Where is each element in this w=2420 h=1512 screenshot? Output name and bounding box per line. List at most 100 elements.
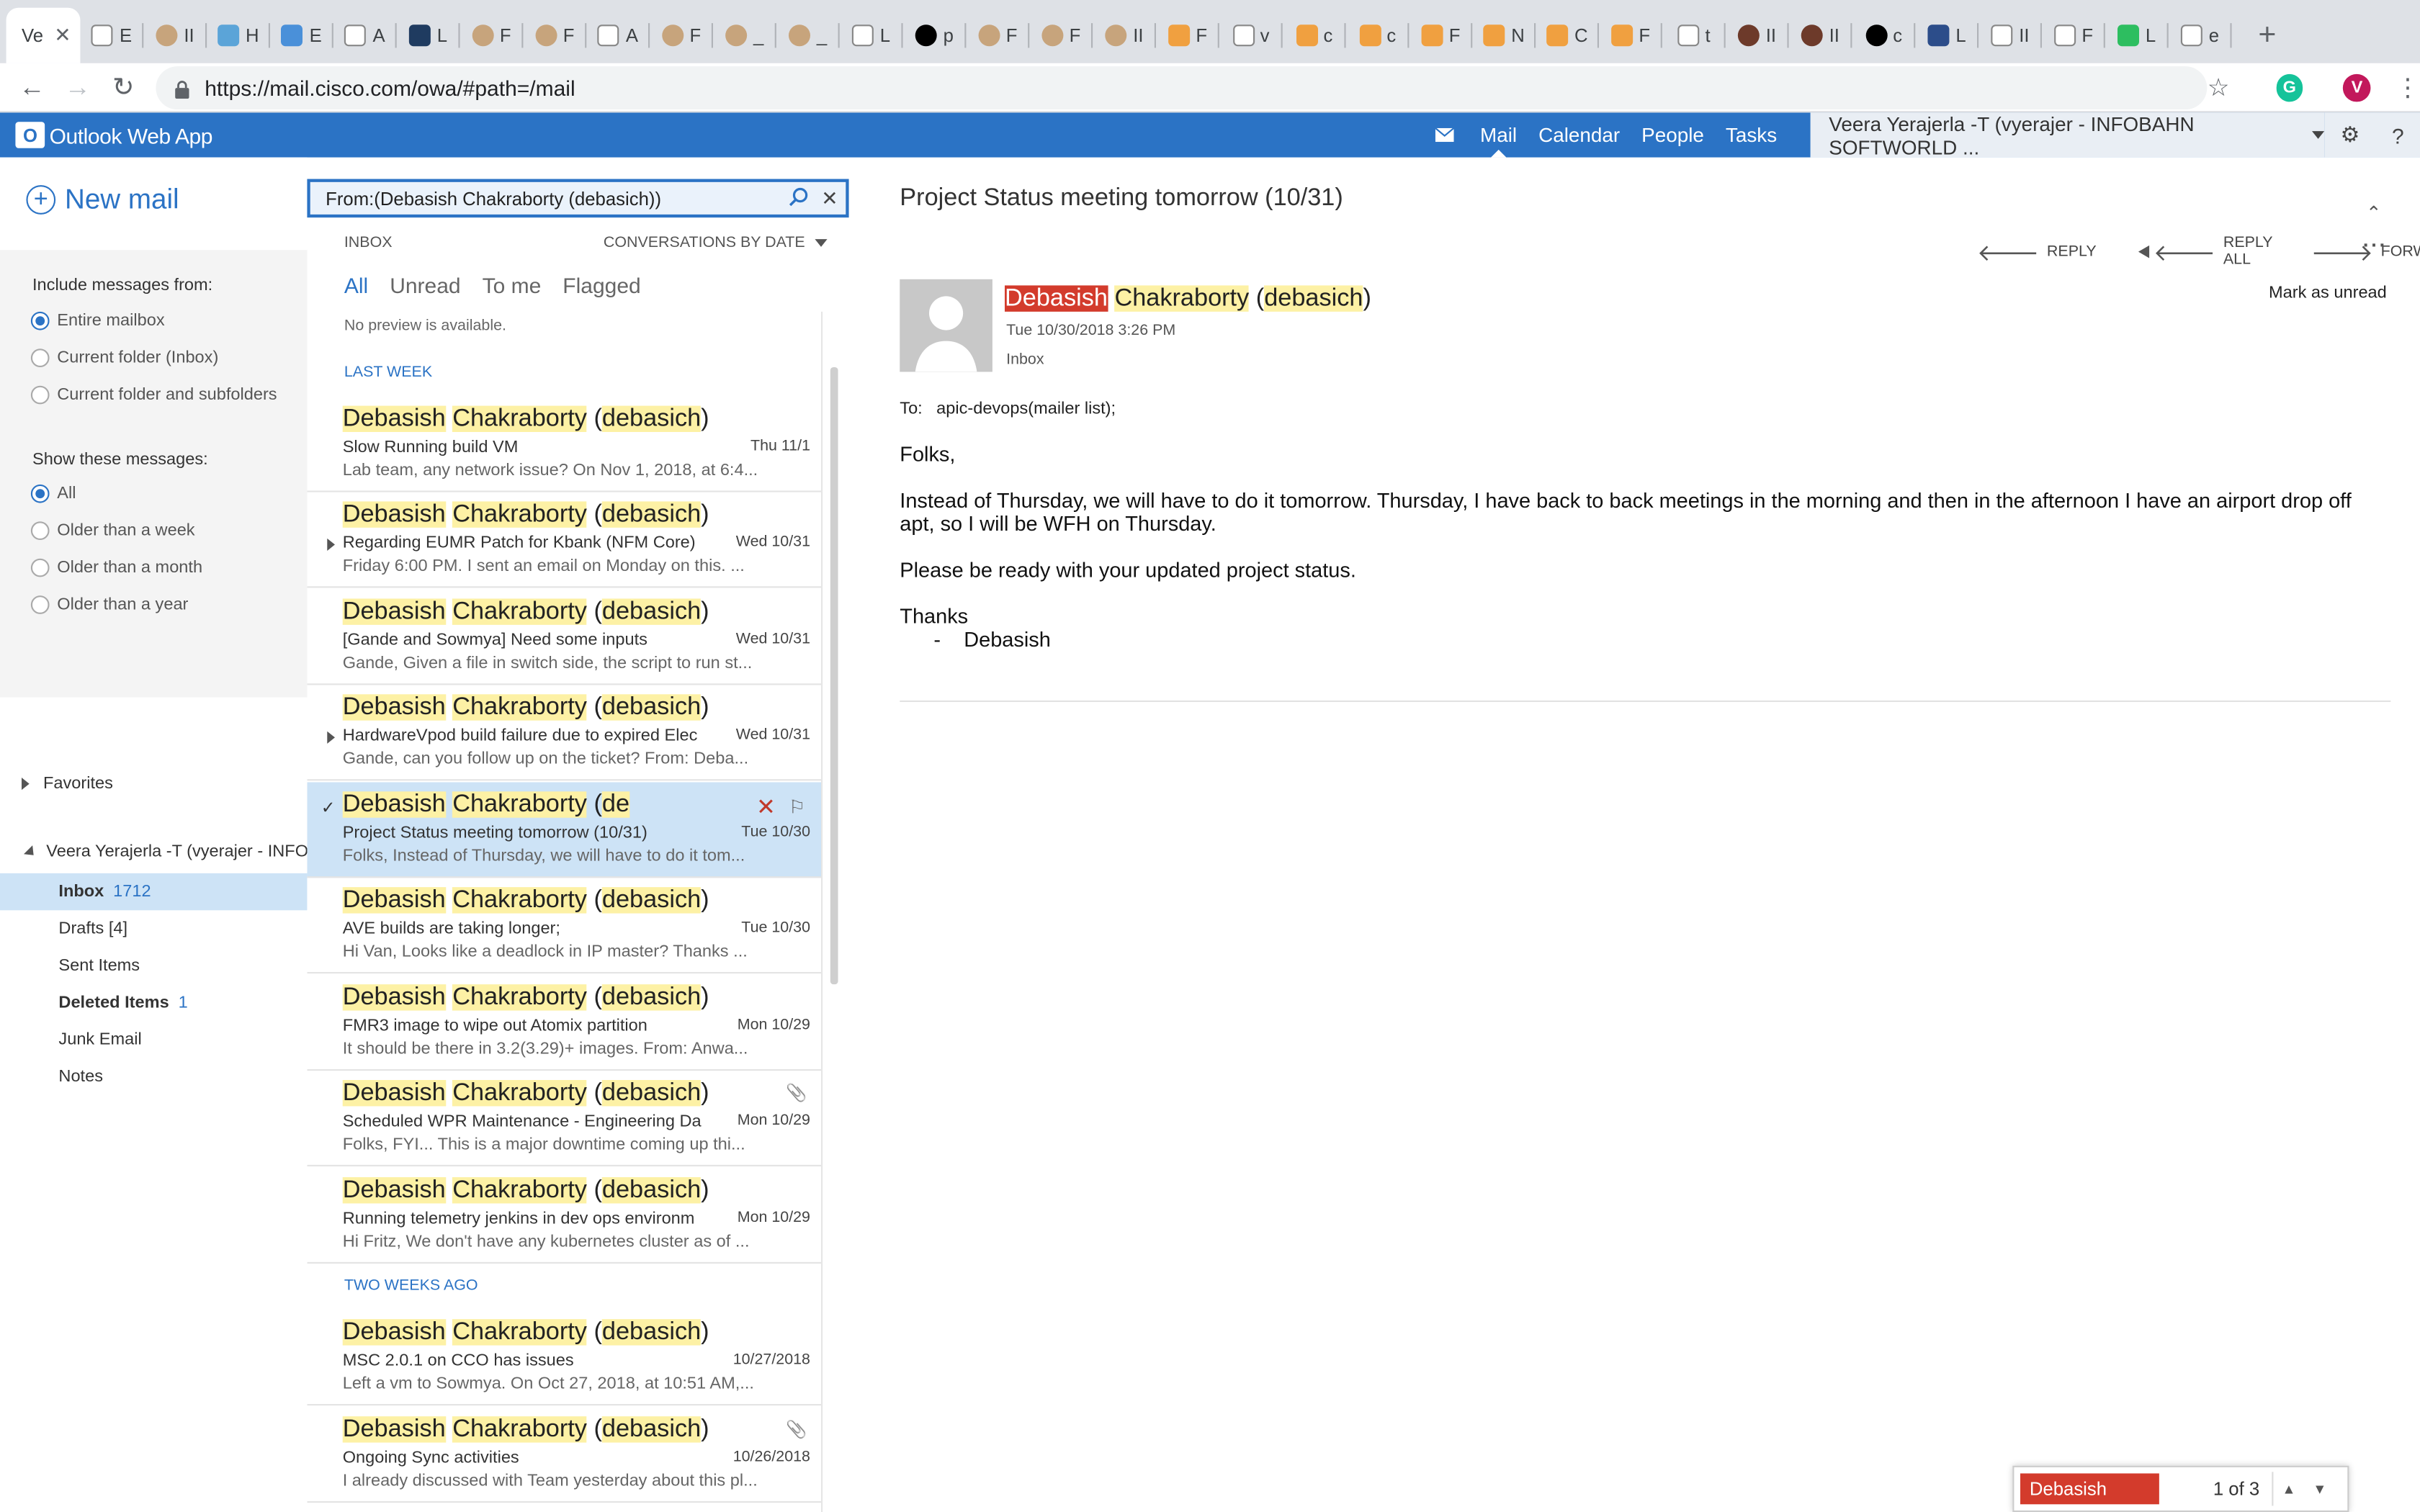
filter-to-me[interactable]: To me — [483, 273, 542, 297]
browser-tab[interactable]: F — [1599, 8, 1662, 63]
radio-entire-mailbox[interactable]: Entire mailbox — [30, 311, 165, 330]
address-bar[interactable]: https://mail.cisco.com/owa/#path=/mail — [155, 66, 2208, 109]
browser-tab[interactable]: t — [1662, 8, 1726, 63]
filter-unread[interactable]: Unread — [390, 273, 460, 297]
account-node[interactable]: Veera Yerajerla -T (vyerajer - INFOB — [0, 833, 307, 870]
browser-tab[interactable]: F — [1409, 8, 1473, 63]
radio-older-week[interactable]: Older than a week — [30, 521, 195, 540]
delete-icon[interactable]: ✕ — [756, 793, 776, 821]
sender-name[interactable]: Debasish Chakraborty (debasich) — [1005, 285, 1371, 313]
nav-people[interactable]: People — [1641, 112, 1704, 157]
browser-tab[interactable]: F — [523, 8, 587, 63]
browser-tab[interactable]: E — [270, 8, 333, 63]
bookmark-star-icon[interactable]: ☆ — [2208, 72, 2230, 103]
browser-menu-icon[interactable]: ⋮ — [2396, 72, 2420, 103]
browser-tab[interactable]: E — [80, 8, 144, 63]
folder-item[interactable]: Notes — [0, 1058, 307, 1095]
expand-conversation-icon[interactable] — [327, 538, 335, 551]
browser-tab[interactable]: F — [1029, 8, 1093, 63]
browser-tab[interactable]: L — [840, 8, 903, 63]
message-item[interactable]: Debasish Chakraborty (debasich) [Gande an… — [307, 590, 821, 685]
browser-tab[interactable]: C — [1536, 8, 1599, 63]
gear-icon[interactable]: ⚙ — [2340, 122, 2360, 148]
message-item[interactable]: Debasish Chakraborty (debasich) Running t… — [307, 1168, 821, 1264]
radio-all[interactable]: All — [30, 484, 76, 503]
folder-item[interactable]: Deleted Items 1 — [0, 984, 307, 1021]
browser-tab-active[interactable]: Ve ✕ — [6, 7, 81, 63]
message-item[interactable]: Debasish Chakraborty (de Project Status m… — [307, 782, 821, 878]
folder-item[interactable]: Drafts [4] — [0, 910, 307, 947]
profile-avatar[interactable]: V — [2343, 73, 2371, 102]
grammarly-extension-icon[interactable]: G — [2275, 73, 2303, 102]
browser-tab[interactable]: c — [1346, 8, 1410, 63]
browser-tab[interactable]: II — [1726, 8, 1789, 63]
message-item[interactable]: Debasish Chakraborty (debasich) MSC 2.0.1… — [307, 1310, 821, 1406]
message-list-scrollbar[interactable] — [830, 366, 838, 985]
user-menu[interactable]: Veera Yerajerla -T (vyerajer - INFOBAHN … — [1810, 112, 2325, 158]
message-item[interactable]: Debasish Chakraborty (debasich) HardwareV… — [307, 685, 821, 781]
folder-item[interactable]: Junk Email — [0, 1022, 307, 1058]
folder-item[interactable]: Inbox 1712 — [0, 873, 308, 911]
browser-tab[interactable]: F — [460, 8, 524, 63]
browser-tab[interactable]: p — [903, 8, 967, 63]
browser-tab[interactable]: F — [650, 8, 713, 63]
nav-calendar[interactable]: Calendar — [1538, 112, 1620, 157]
tab-close-icon[interactable]: ✕ — [54, 23, 71, 48]
help-icon[interactable]: ? — [2392, 122, 2404, 147]
browser-tab[interactable]: _ — [776, 8, 840, 63]
browser-tab[interactable]: A — [586, 8, 650, 63]
browser-tab[interactable]: _ — [713, 8, 776, 63]
more-actions-icon[interactable]: ··· — [2363, 233, 2388, 256]
mark-unread-button[interactable]: Mark as unread — [2269, 284, 2387, 302]
browser-tab[interactable]: II — [1093, 8, 1156, 63]
reply-button[interactable]: 🡐 REPLY — [1977, 237, 2097, 266]
reload-icon[interactable]: ↻ — [100, 64, 145, 110]
message-item[interactable]: Debasish Chakraborty (debasich) Ongoing S… — [307, 1407, 821, 1503]
reply-all-button[interactable]: ⯇🡐 REPLY ALL — [2135, 235, 2272, 269]
to-recipient[interactable]: apic-devops(mailer list); — [936, 400, 1116, 418]
nav-tasks[interactable]: Tasks — [1726, 112, 1777, 157]
forward-arrow-icon[interactable]: → — [55, 64, 100, 110]
envelope-icon[interactable] — [1435, 127, 1454, 143]
search-icon[interactable] — [789, 186, 809, 210]
nav-mail[interactable]: Mail — [1480, 112, 1517, 158]
message-item[interactable]: Debasish Chakraborty (debasich) Slow Runn… — [307, 397, 821, 492]
message-item[interactable]: Debasish Chakraborty (debasich) Regarding… — [307, 492, 821, 588]
collapse-header-icon[interactable]: ⌃ — [2366, 202, 2382, 224]
browser-tab[interactable]: v — [1219, 8, 1283, 63]
browser-tab[interactable]: L — [2105, 8, 2169, 63]
browser-tab[interactable]: II — [143, 8, 207, 63]
radio-current-folder[interactable]: Current folder (Inbox) — [30, 348, 218, 367]
browser-tab[interactable]: L — [1915, 8, 1979, 63]
radio-older-year[interactable]: Older than a year — [30, 595, 188, 614]
owa-logo[interactable]: O Outlook Web App — [15, 122, 213, 148]
browser-tab[interactable]: H — [207, 8, 270, 63]
flag-icon[interactable]: ⚐ — [789, 796, 805, 818]
clear-search-icon[interactable]: ✕ — [821, 186, 838, 210]
browser-tab[interactable]: e — [2169, 8, 2232, 63]
new-tab-button[interactable]: + — [2244, 8, 2290, 63]
sort-dropdown[interactable]: CONVERSATIONS BY DATE — [604, 235, 827, 251]
filter-all[interactable]: All — [344, 273, 368, 297]
filter-flagged[interactable]: Flagged — [563, 273, 640, 297]
browser-tab[interactable]: c — [1852, 8, 1916, 63]
find-prev-icon[interactable]: ▲ — [2273, 1481, 2304, 1496]
find-next-icon[interactable]: ▼ — [2304, 1481, 2335, 1496]
browser-tab[interactable]: A — [333, 8, 397, 63]
radio-current-folder-subfolders[interactable]: Current folder and subfolders — [30, 385, 277, 405]
browser-tab[interactable]: F — [966, 8, 1030, 63]
browser-tab[interactable]: F — [2042, 8, 2105, 63]
message-item[interactable]: Debasish Chakraborty (debasich) AVE build… — [307, 878, 821, 974]
check-icon[interactable]: ✓ — [321, 798, 336, 818]
back-arrow-icon[interactable]: ← — [9, 64, 55, 110]
search-input[interactable]: From:(Debasish Chakraborty (debasich)) ✕ — [307, 179, 849, 218]
expand-conversation-icon[interactable] — [327, 731, 335, 744]
browser-tab[interactable]: II — [1978, 8, 2042, 63]
browser-tab[interactable]: F — [1156, 8, 1219, 63]
favorites-node[interactable]: Favorites — [0, 765, 307, 802]
message-item[interactable]: Debasish Chakraborty (debasich) FMR3 imag… — [307, 975, 821, 1071]
browser-tab[interactable]: L — [397, 8, 460, 63]
find-input[interactable]: Debasish — [2020, 1473, 2159, 1505]
new-mail-button[interactable]: + New mail — [26, 184, 179, 216]
folder-item[interactable]: Sent Items — [0, 948, 307, 984]
